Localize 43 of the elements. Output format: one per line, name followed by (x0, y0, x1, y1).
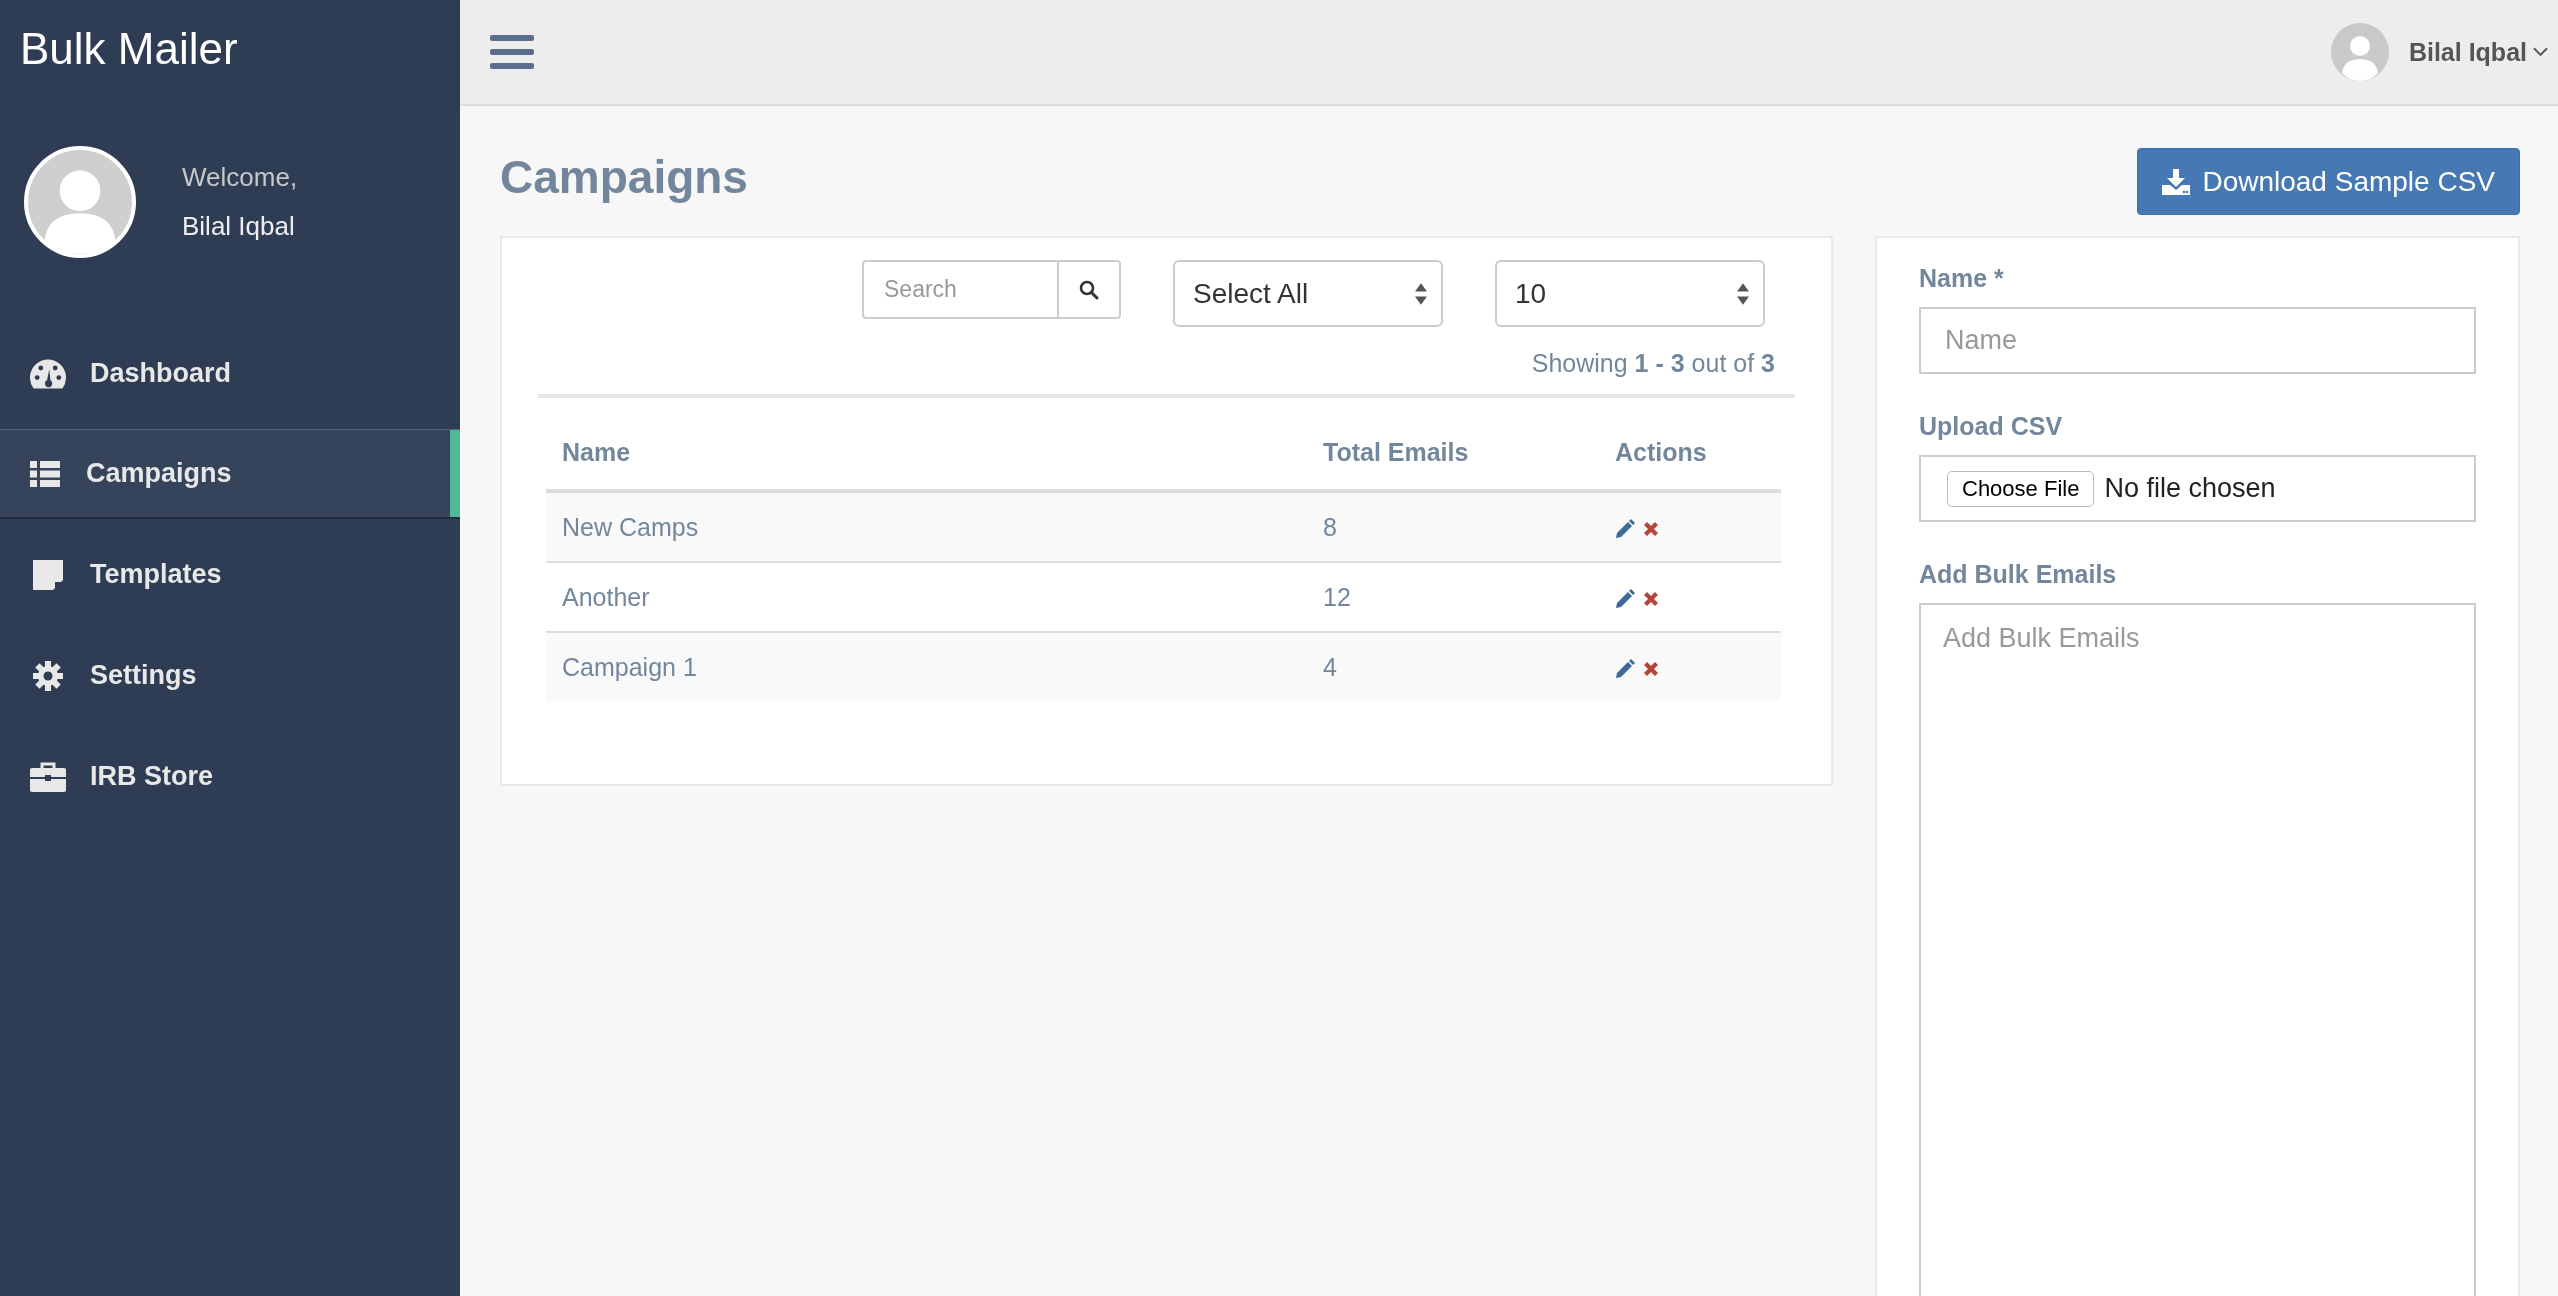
note-icon (30, 559, 66, 590)
search-field[interactable]: Search (862, 260, 1057, 319)
briefcase-icon (30, 761, 66, 792)
edit-icon[interactable] (1615, 588, 1635, 609)
nav-item[interactable]: Templates (0, 524, 460, 625)
results-summary: Showing 1 - 3 out of 3 (1531, 349, 1775, 378)
profile-name: Bilal Iqbal (182, 211, 296, 242)
page-title: Campaigns (500, 150, 748, 204)
emails-field[interactable]: Add Bulk Emails (1919, 603, 2476, 1296)
file-status-text: No file chosen (2104, 473, 2276, 504)
table-cell: 8 (1307, 491, 1599, 562)
field-label: Upload CSV (1919, 412, 2064, 441)
filter-select[interactable]: Select All (1173, 260, 1443, 327)
gauge-icon (30, 358, 66, 389)
nav-item[interactable]: IRB Store (0, 726, 460, 827)
avatar-icon (2330, 23, 2389, 81)
table-cell: Campaign 1 (546, 632, 1307, 701)
table-cell: New Camps (546, 491, 1307, 562)
updown-arrows-icon (1737, 281, 1749, 306)
name-field[interactable]: Name (1919, 307, 2476, 374)
choose-file-button[interactable]: Choose File (1947, 470, 2095, 507)
updown-arrows-icon (1415, 281, 1427, 306)
list-icon (30, 460, 60, 487)
search-button[interactable] (1057, 260, 1121, 319)
nav-item[interactable]: Dashboard (0, 323, 460, 424)
edit-icon[interactable] (1615, 658, 1635, 679)
caret-icon[interactable] (2533, 47, 2548, 57)
nav-item[interactable]: Settings (0, 625, 460, 726)
settings-icon (30, 660, 66, 691)
page-size-select[interactable]: 10 (1495, 260, 1765, 327)
field-label: Name * (1919, 264, 2005, 293)
search-icon (1079, 279, 1099, 300)
download-icon (2162, 168, 2191, 195)
table-cell: 4 (1307, 632, 1599, 701)
avatar-icon (24, 146, 136, 258)
welcome-text: Welcome, (182, 162, 298, 193)
menu-icon[interactable] (490, 35, 534, 69)
app-title: Bulk Mailer (19, 23, 239, 75)
field-label: Add Bulk Emails (1919, 560, 2118, 589)
download-button[interactable]: Download Sample CSV (2137, 148, 2520, 215)
edit-icon[interactable] (1615, 518, 1635, 539)
nav-item[interactable]: Campaigns (0, 429, 460, 519)
user-menu[interactable]: Bilal Iqbal (2408, 37, 2527, 67)
